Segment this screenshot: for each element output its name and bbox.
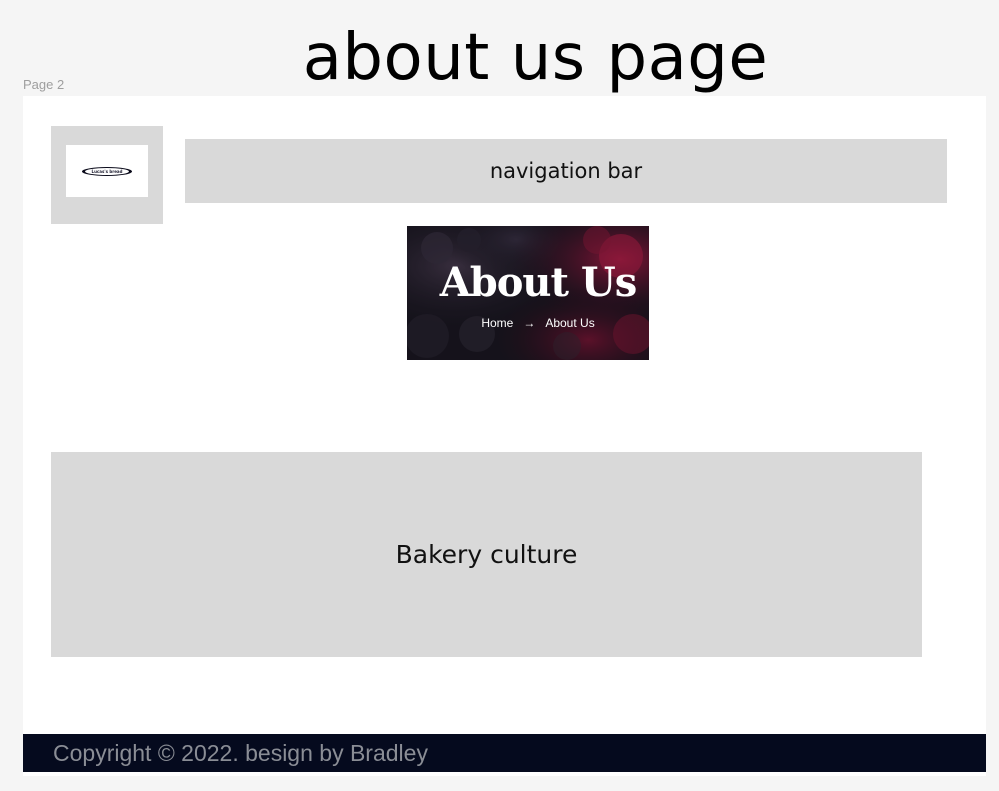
about-hero-banner: About Us Home → About Us	[407, 226, 649, 360]
logo[interactable]: Lucas's bread	[66, 145, 148, 197]
breadcrumb-current: About Us	[545, 316, 595, 330]
navigation-bar-label: navigation bar	[489, 159, 643, 183]
footer: Copyright © 2022. besign by Bradley	[23, 734, 986, 772]
page-frame: Lucas's bread navigation bar About Us Ho…	[23, 96, 986, 776]
bakery-culture-label: Bakery culture	[395, 540, 578, 569]
arrow-right-icon: →	[523, 316, 536, 330]
hero-title: About Us	[439, 259, 638, 306]
bakery-culture-section: Bakery culture	[51, 452, 922, 657]
breadcrumb: Home → About Us	[407, 316, 649, 330]
logo-oval: Lucas's bread	[82, 166, 132, 176]
canvas-page-title: about us page	[302, 21, 769, 95]
frame-label[interactable]: Page 2	[23, 77, 64, 92]
navigation-bar[interactable]: navigation bar	[185, 139, 947, 203]
footer-copyright: Copyright © 2022. besign by Bradley	[53, 739, 428, 766]
breadcrumb-home-link[interactable]: Home	[481, 316, 513, 330]
logo-container[interactable]: Lucas's bread	[51, 126, 163, 224]
logo-text: Lucas's bread	[91, 168, 123, 174]
